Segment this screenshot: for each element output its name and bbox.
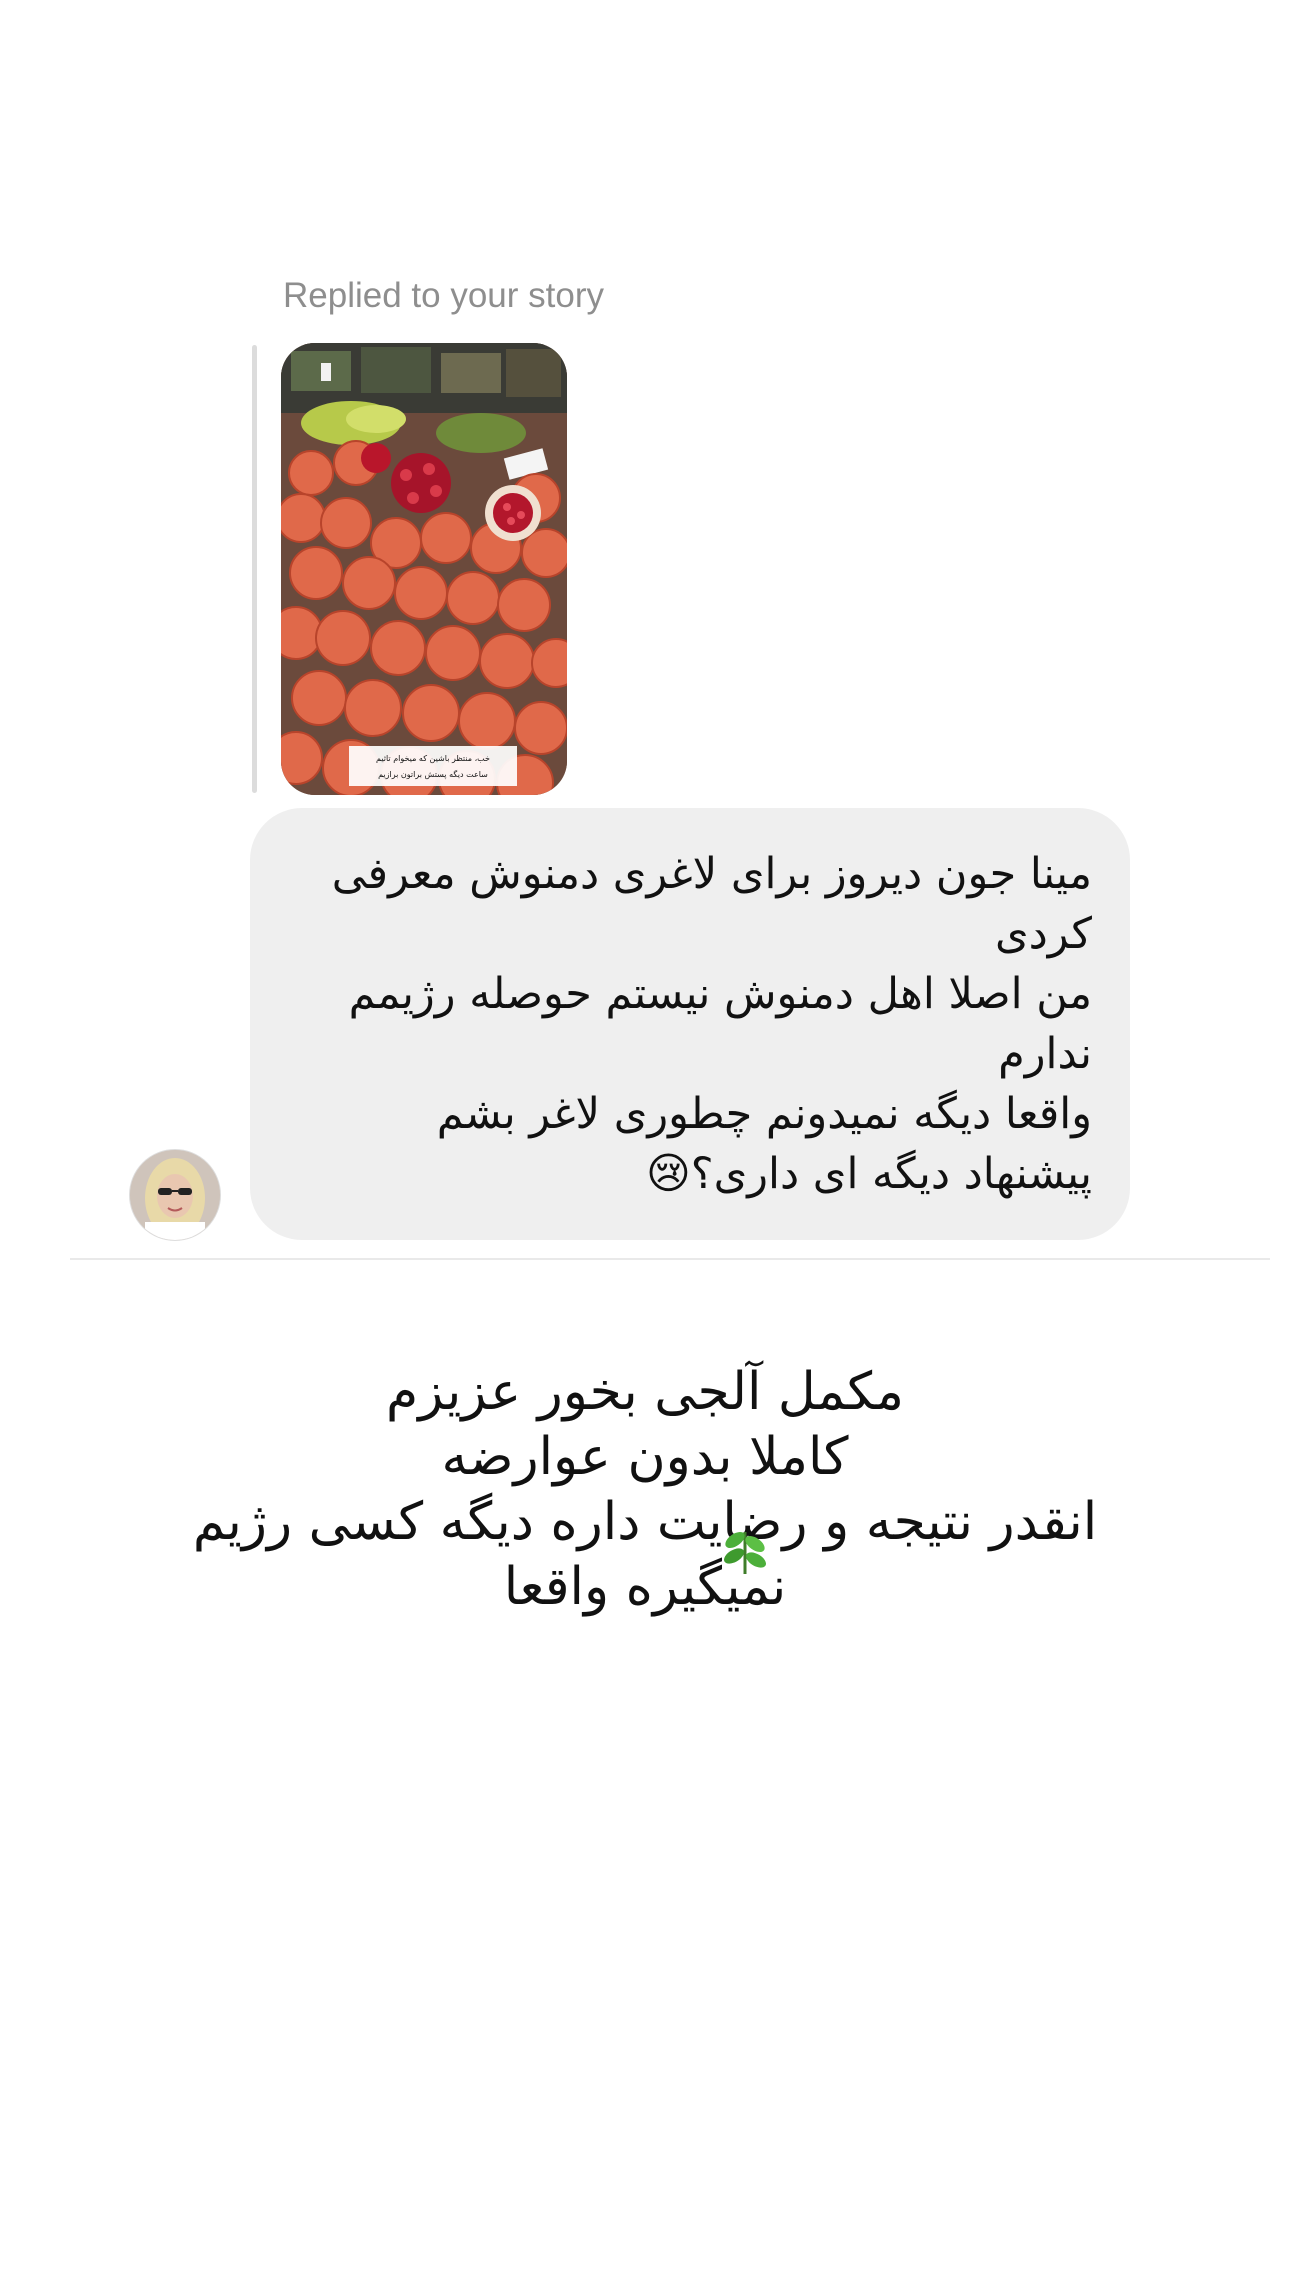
reply-line: نمیگیره واقعا [503,1557,787,1617]
reply-line: مکمل آلجی بخور عزیزم [386,1362,904,1422]
reply-line: کاملا بدون عوارضه [441,1427,849,1487]
story-reply-text: مکمل آلجی بخور عزیزم کاملا بدون عوارضه ا… [100,1360,1190,1620]
message-line: مینا جون دیروز برای لاغری دمنوش معرفی [331,849,1092,899]
story-thumbnail[interactable]: خب، منتظر باشین که میخوام تاثیم ساعت دیگ… [281,343,567,795]
reply-quote-bar [252,345,257,793]
message-text: مینا جون دیروز برای لاغری دمنوش معرفی کر… [272,844,1092,1204]
reply-line: انقدر نتیجه و رضایت داره دیگه کسی رژیم [192,1492,1098,1552]
message-line: من اصلا اهل دمنوش نیستم حوصله رژیمم [348,969,1092,1019]
message-line: ندارم [998,1029,1092,1079]
message-line: پیشنهاد دیگه ای داری؟😢 [645,1149,1092,1199]
leaf-icon [718,1522,772,1576]
message-line: کردی [994,909,1092,959]
story-caption-line-1: خب، منتظر باشین که میخوام تاثیم [376,754,490,763]
replied-to-story-label: Replied to your story [283,276,604,315]
message-line: واقعا دیگه نمیدونم چطوری لاغر بشم [436,1089,1092,1139]
incoming-message-bubble[interactable]: مینا جون دیروز برای لاغری دمنوش معرفی کر… [250,808,1130,1240]
reply-divider [70,1258,1270,1260]
story-caption-line-2: ساعت دیگه پستش براتون برازیم [378,769,488,779]
sender-avatar[interactable] [129,1149,221,1241]
